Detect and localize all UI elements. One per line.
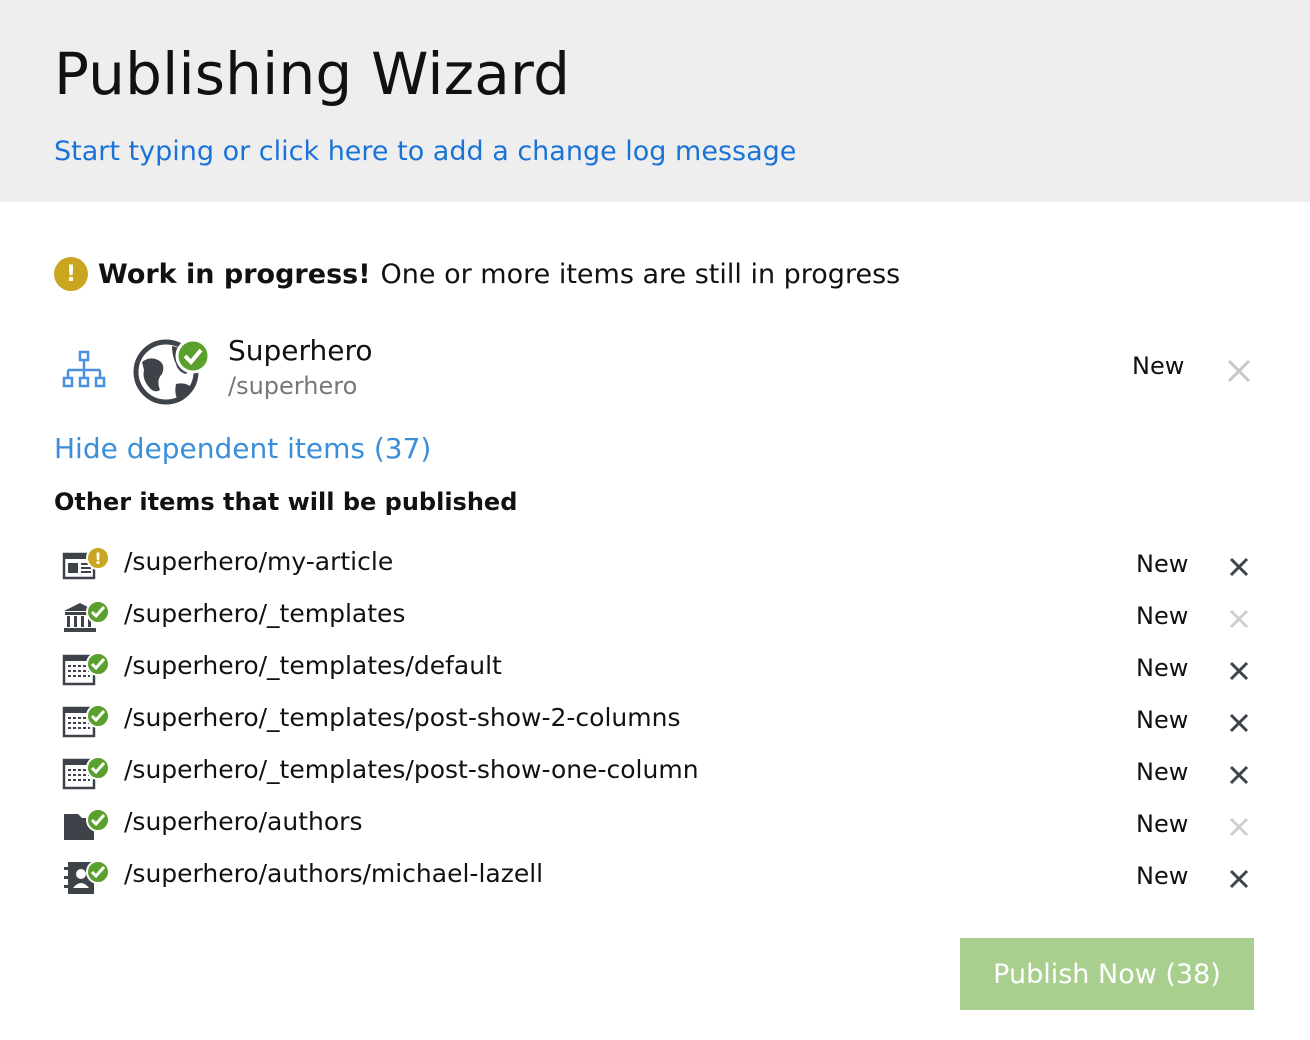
changelog-message-input[interactable]: Start typing or click here to add a chan… xyxy=(54,136,796,167)
folder-icon xyxy=(64,808,110,840)
globe-icon xyxy=(133,338,211,405)
dependent-items-list: ! /superhero/my-article New /superhero/_… xyxy=(54,540,1258,904)
wizard-header: Publishing Wizard Start typing or click … xyxy=(0,0,1310,202)
dependent-item-row: /superhero/authors New xyxy=(54,800,1258,852)
remove-item-close-icon[interactable] xyxy=(1226,658,1252,684)
remove-item-close-icon xyxy=(1229,817,1249,837)
dependent-item-status: New xyxy=(1136,654,1189,682)
warning-message: One or more items are still in progress xyxy=(380,258,901,290)
dependent-item-status: New xyxy=(1136,862,1189,890)
template-icon xyxy=(62,704,110,738)
remove-item-close-icon xyxy=(1229,609,1249,629)
dependent-item-status: New xyxy=(1136,758,1189,786)
publish-now-button[interactable]: Publish Now (38) xyxy=(960,938,1254,1010)
page-title: Publishing Wizard xyxy=(54,40,571,108)
main-publish-item: Superhero /superhero New xyxy=(54,330,1258,410)
dependent-item-path: /superhero/_templates/post-show-one-colu… xyxy=(124,755,699,784)
dependent-item-status: New xyxy=(1136,810,1189,838)
dependent-item-path: /superhero/my-article xyxy=(124,547,394,576)
author-profile-icon xyxy=(64,860,110,894)
section-heading: Other items that will be published xyxy=(54,488,518,516)
dependent-item-row: /superhero/_templates New xyxy=(54,592,1258,644)
dependent-item-row: /superhero/_templates/post-show-one-colu… xyxy=(54,748,1258,800)
dependent-item-path: /superhero/_templates xyxy=(124,599,406,628)
dependent-item-status: New xyxy=(1136,706,1189,734)
dependent-item-row: /superhero/authors/michael-lazell New xyxy=(54,852,1258,904)
dependent-item-path: /superhero/authors xyxy=(124,807,363,836)
svg-text:!: ! xyxy=(94,549,101,568)
templates-library-icon xyxy=(64,600,110,632)
dependent-item-row: /superhero/_templates/default New xyxy=(54,644,1258,696)
main-item-name: Superhero xyxy=(228,334,373,367)
main-item-path: /superhero xyxy=(228,372,358,400)
dependent-item-path: /superhero/_templates/default xyxy=(124,651,502,680)
exclamation-icon: ! xyxy=(54,257,88,291)
template-icon xyxy=(62,756,110,790)
remove-main-item-close-icon[interactable] xyxy=(1224,356,1254,386)
dependent-item-path: /superhero/_templates/post-show-2-column… xyxy=(124,703,681,732)
dependent-item-status: New xyxy=(1136,550,1189,578)
dependent-item-row: ! /superhero/my-article New xyxy=(54,540,1258,592)
sitemap-icon xyxy=(62,350,106,388)
article-icon: ! xyxy=(62,546,110,580)
template-icon xyxy=(62,652,110,686)
main-item-status: New xyxy=(1132,352,1185,380)
remove-item-close-icon[interactable] xyxy=(1226,866,1252,892)
remove-item-close-icon[interactable] xyxy=(1226,710,1252,736)
remove-item-close-icon[interactable] xyxy=(1226,762,1252,788)
remove-item-close-icon[interactable] xyxy=(1226,554,1252,580)
work-in-progress-warning: ! Work in progress! One or more items ar… xyxy=(54,256,900,292)
hide-dependent-items-link[interactable]: Hide dependent items (37) xyxy=(54,432,431,465)
warning-title: Work in progress! xyxy=(98,258,371,290)
dependent-item-status: New xyxy=(1136,602,1189,630)
dependent-item-row: /superhero/_templates/post-show-2-column… xyxy=(54,696,1258,748)
dependent-item-path: /superhero/authors/michael-lazell xyxy=(124,859,544,888)
